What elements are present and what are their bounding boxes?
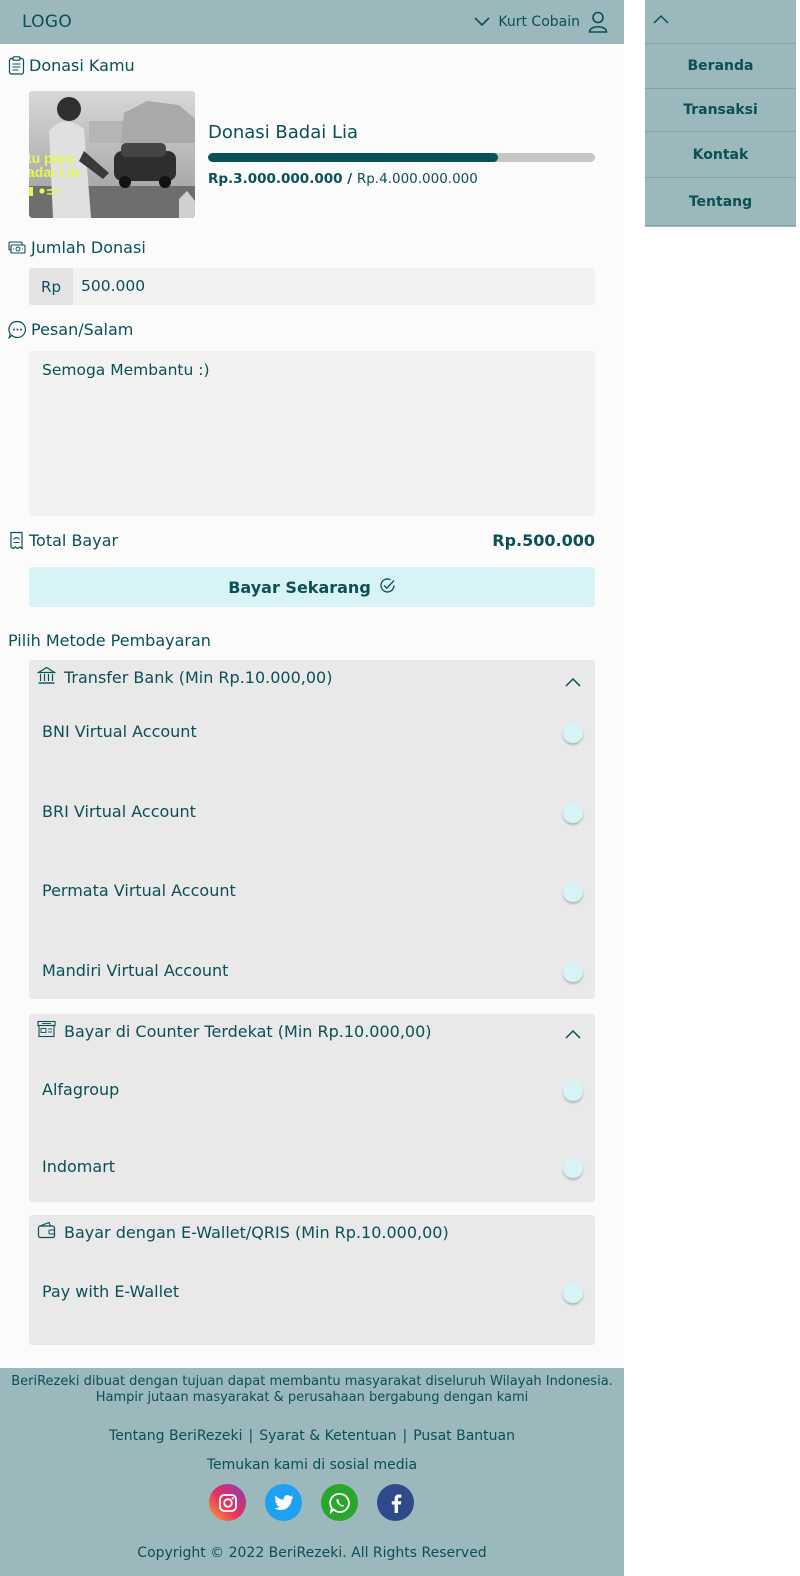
social-links [209, 1484, 414, 1521]
money-icon [8, 239, 27, 256]
payment-group-title[interactable]: Transfer Bank (Min Rp.10.000,00) [64, 668, 332, 687]
payment-radio[interactable] [563, 962, 583, 982]
target-amount: Rp.4.000.000.000 [356, 171, 478, 187]
footer-about-line: BeriRezeki dibuat dengan tujuan dapat me… [11, 1374, 613, 1389]
check-circle-icon[interactable] [379, 577, 396, 598]
side-nav-item-tentang[interactable]: Tentang [645, 178, 796, 226]
payment-group-bank-transfer: Transfer Bank (Min Rp.10.000,00) BNI Vir… [29, 660, 595, 999]
side-nav-menu: Beranda Transaksi Kontak Tentang [645, 0, 796, 227]
footer-link-about[interactable]: Tentang BeriRezeki [109, 1428, 242, 1444]
donation-amount-line: Rp.3.000.000.000 / Rp.4.000.000.000 [208, 171, 478, 187]
payment-option[interactable]: Permata Virtual Account [29, 877, 595, 907]
payment-option-label[interactable]: Permata Virtual Account [42, 881, 236, 900]
facebook-icon[interactable] [377, 1484, 414, 1521]
pay-now-label[interactable]: Bayar Sekarang [228, 578, 371, 597]
pay-now-button[interactable]: Bayar Sekarang [29, 567, 595, 607]
payment-group-header[interactable]: Bayar di Counter Terdekat (Min Rp.10.000… [37, 1020, 432, 1042]
message-section-label: Pesan/Salam [31, 320, 134, 339]
message-textarea[interactable]: Semoga Membantu :) [29, 351, 595, 516]
payment-option[interactable]: BNI Virtual Account [29, 718, 595, 748]
amount-separator: / [342, 171, 357, 187]
total-section-title: Total Bayar [8, 531, 118, 550]
donation-progress-fill [208, 153, 499, 162]
payment-group-title[interactable]: Bayar di Counter Terdekat (Min Rp.10.000… [64, 1022, 432, 1041]
user-name[interactable]: Kurt Cobain [498, 14, 580, 30]
payment-option[interactable]: Indomart [29, 1153, 595, 1183]
payment-option[interactable]: Mandiri Virtual Account [29, 957, 595, 987]
whatsapp-icon[interactable] [321, 1484, 358, 1521]
message-value[interactable]: Semoga Membantu :) [42, 361, 210, 379]
chevron-up-icon[interactable] [653, 14, 669, 24]
payment-radio[interactable] [563, 882, 583, 902]
payment-option-label[interactable]: BRI Virtual Account [42, 802, 196, 821]
footer-about-line: Hampir jutaan masyarakat & perusahaan be… [95, 1390, 529, 1405]
payment-radio[interactable] [563, 1158, 583, 1178]
payment-group-header[interactable]: Transfer Bank (Min Rp.10.000,00) [36, 666, 332, 689]
instagram-icon[interactable] [209, 1484, 246, 1521]
logo[interactable]: LOGO [22, 12, 72, 32]
payment-group-header[interactable]: Bayar dengan E-Wallet/QRIS (Min Rp.10.00… [37, 1221, 449, 1243]
clipboard-icon [8, 56, 25, 75]
payment-radio[interactable] [563, 1283, 583, 1303]
amount-input[interactable]: Rp 500.000 [29, 268, 595, 305]
user-icon[interactable] [588, 11, 608, 33]
footer-social-caption: Temukan kami di sosial media [206, 1457, 418, 1473]
collected-amount: Rp.3.000.000.000 [208, 171, 343, 187]
chevron-up-icon[interactable] [565, 1024, 581, 1043]
donation-progress-bar [208, 153, 595, 162]
footer-link-terms[interactable]: Syarat & Ketentuan [259, 1428, 396, 1444]
user-menu[interactable]: Kurt Cobain [474, 10, 608, 34]
side-nav-collapse[interactable] [645, 0, 796, 44]
payment-group-ewallet: Bayar dengan E-Wallet/QRIS (Min Rp.10.00… [29, 1215, 595, 1345]
main-content: LOGO Kurt Cobain Donasi Kamu tu para ada… [0, 0, 624, 1576]
side-nav-item-beranda[interactable]: Beranda [645, 44, 796, 89]
svg-text:adai Lia.: adai Lia. [29, 164, 83, 180]
footer-links: Tentang BeriRezeki | Syarat & Ketentuan … [0, 1428, 624, 1444]
side-nav-item-transaksi[interactable]: Transaksi [645, 89, 796, 132]
footer: BeriRezeki dibuat dengan tujuan dapat me… [0, 1368, 624, 1576]
payment-option-label[interactable]: BNI Virtual Account [42, 722, 197, 741]
total-value: Rp.500.000 [492, 531, 595, 550]
side-nav-item-kontak[interactable]: Kontak [645, 132, 796, 178]
currency-prefix: Rp [29, 268, 73, 305]
footer-about: BeriRezeki dibuat dengan tujuan dapat me… [0, 1374, 624, 1406]
payment-radio[interactable] [563, 723, 583, 743]
bank-icon [36, 666, 57, 689]
payment-option-label[interactable]: Pay with E-Wallet [42, 1282, 179, 1301]
payment-method-heading: Pilih Metode Pembayaran [8, 631, 211, 650]
payment-option[interactable]: Alfagroup [29, 1076, 595, 1106]
payment-radio[interactable] [563, 803, 583, 823]
chevron-up-icon[interactable] [565, 672, 581, 691]
top-header: LOGO Kurt Cobain [0, 0, 624, 44]
footer-link-separator: | [248, 1428, 254, 1444]
payment-option-label[interactable]: Alfagroup [42, 1080, 119, 1099]
payment-option[interactable]: BRI Virtual Account [29, 798, 595, 828]
payment-radio[interactable] [563, 1081, 583, 1101]
campaign-name[interactable]: Donasi Badai Lia [208, 122, 358, 143]
amount-section-label: Jumlah Donasi [31, 238, 146, 257]
campaign-image[interactable]: tu para adai Lia. [29, 91, 195, 218]
amount-value[interactable]: 500.000 [81, 277, 145, 295]
store-icon [37, 1020, 56, 1042]
wallet-icon [37, 1221, 56, 1243]
twitter-icon[interactable] [265, 1484, 302, 1521]
chevron-down-icon[interactable] [474, 17, 490, 27]
amount-section-title: Jumlah Donasi [8, 238, 146, 257]
message-section-title: Pesan/Salam [8, 320, 133, 339]
payment-option-label[interactable]: Mandiri Virtual Account [42, 961, 228, 980]
footer-link-help[interactable]: Pusat Bantuan [413, 1428, 515, 1444]
footer-link-separator: | [402, 1428, 408, 1444]
chat-bubble-icon [8, 320, 27, 339]
donation-section-title: Donasi Kamu [8, 56, 135, 75]
footer-copyright: Copyright © 2022 BeriRezeki. All Rights … [137, 1545, 487, 1561]
payment-group-title[interactable]: Bayar dengan E-Wallet/QRIS (Min Rp.10.00… [64, 1223, 449, 1242]
payment-option[interactable]: Pay with E-Wallet [29, 1278, 595, 1308]
total-section-label: Total Bayar [29, 531, 119, 550]
payment-option-label[interactable]: Indomart [42, 1157, 115, 1176]
payment-group-counter: Bayar di Counter Terdekat (Min Rp.10.000… [29, 1014, 595, 1202]
donation-section-label: Donasi Kamu [29, 56, 135, 75]
receipt-icon [8, 531, 25, 550]
